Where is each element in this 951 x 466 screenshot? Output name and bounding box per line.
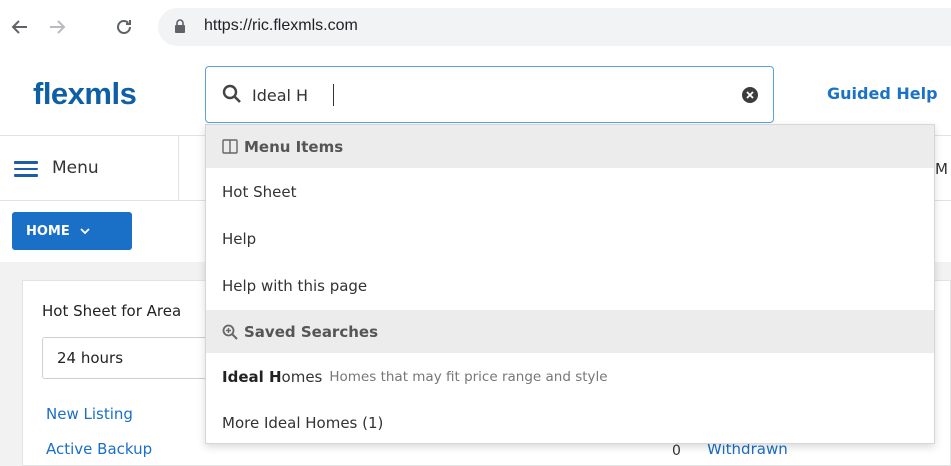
forward-button[interactable] bbox=[43, 13, 71, 41]
menu-button[interactable]: Menu bbox=[0, 136, 178, 201]
menu-items-header-label: Menu Items bbox=[244, 137, 344, 156]
arrow-left-icon bbox=[11, 20, 27, 34]
home-button-label: HOME bbox=[26, 223, 70, 239]
guided-help-link[interactable]: Guided Help bbox=[827, 84, 938, 103]
saved-search-name-rest: omes bbox=[281, 368, 323, 386]
search-suggestions-dropdown: Menu Items Hot Sheet Help Help with this… bbox=[205, 124, 935, 444]
menu-divider bbox=[178, 136, 179, 201]
back-button[interactable] bbox=[6, 13, 34, 41]
browser-toolbar: https://ric.flexmls.com bbox=[0, 0, 951, 54]
reload-button[interactable] bbox=[110, 13, 138, 41]
menu-item-help-with-page[interactable]: Help with this page bbox=[206, 263, 934, 309]
menu-items-header: Menu Items bbox=[206, 125, 934, 168]
period-select[interactable]: 24 hours bbox=[42, 337, 222, 379]
more-saved-searches-link[interactable]: More Ideal Homes (1) bbox=[206, 400, 934, 446]
url-text: https://ric.flexmls.com bbox=[204, 17, 358, 34]
arrow-right-icon bbox=[50, 20, 66, 34]
text-cursor bbox=[333, 84, 334, 106]
new-listing-link[interactable]: New Listing bbox=[46, 405, 133, 423]
menu-label: Menu bbox=[52, 158, 99, 178]
period-select-value: 24 hours bbox=[57, 349, 124, 367]
address-bar[interactable]: https://ric.flexmls.com bbox=[158, 8, 951, 46]
saved-search-match: Ideal H bbox=[222, 368, 282, 386]
menu-item-label: Help with this page bbox=[222, 277, 368, 295]
saved-search-ideal-homes[interactable]: Ideal Homes Homes that may fit price ran… bbox=[206, 354, 934, 400]
more-saved-searches-label: More Ideal Homes (1) bbox=[222, 414, 384, 432]
saved-searches-header-label: Saved Searches bbox=[244, 322, 379, 341]
chevron-down-icon bbox=[80, 224, 90, 239]
lock-icon bbox=[175, 19, 185, 33]
active-backup-link[interactable]: Active Backup bbox=[46, 440, 152, 458]
card-title: Hot Sheet for Area bbox=[42, 302, 182, 320]
reload-icon bbox=[117, 20, 131, 34]
saved-searches-header: Saved Searches bbox=[206, 310, 934, 353]
saved-search-description: Homes that may fit price range and style bbox=[329, 369, 608, 385]
hamburger-icon bbox=[14, 161, 38, 177]
home-dropdown-button[interactable]: HOME bbox=[12, 212, 132, 250]
search-icon bbox=[222, 84, 241, 103]
search-input[interactable] bbox=[252, 81, 722, 109]
flexmls-logo[interactable]: flexmls bbox=[33, 76, 137, 112]
menu-item-label: Help bbox=[222, 230, 257, 248]
menu-item-label: Hot Sheet bbox=[222, 183, 297, 201]
search-plus-icon bbox=[222, 324, 238, 340]
search-box[interactable] bbox=[205, 66, 774, 123]
clear-search-icon[interactable] bbox=[742, 87, 758, 103]
columns-icon bbox=[222, 139, 238, 154]
menubar-right-item[interactable]: M bbox=[935, 160, 948, 178]
menu-item-hot-sheet[interactable]: Hot Sheet bbox=[206, 169, 934, 215]
menu-item-help[interactable]: Help bbox=[206, 216, 934, 262]
